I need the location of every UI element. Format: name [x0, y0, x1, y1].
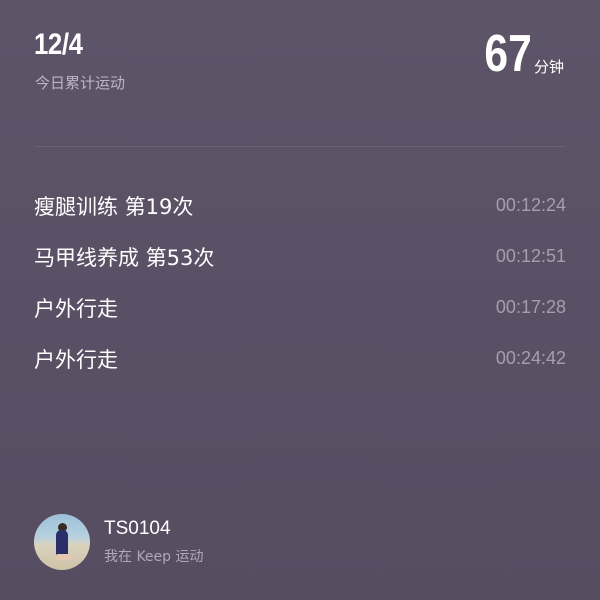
- avatar-figure: [56, 530, 68, 556]
- workout-duration: 00:12:24: [495, 195, 566, 215]
- app-tagline: 我在 Keep 运动: [104, 549, 204, 565]
- avatar-legs: [55, 554, 71, 560]
- workout-item[interactable]: 户外行走 00:17:28: [34, 282, 566, 333]
- workout-name: 户外行走: [34, 296, 118, 321]
- total-minutes-value: 67: [484, 25, 532, 83]
- workout-name: 户外行走: [34, 347, 118, 372]
- total-minutes-unit: 分钟: [533, 58, 564, 76]
- total-duration: 67 分钟: [474, 28, 564, 80]
- username[interactable]: TS0104: [104, 518, 204, 540]
- workout-item[interactable]: 瘦腿训练 第19次 00:12:24: [34, 180, 566, 231]
- workout-item[interactable]: 户外行走 00:24:42: [34, 333, 566, 384]
- workout-list: 瘦腿训练 第19次 00:12:24 马甲线养成 第53次 00:12:51 户…: [34, 180, 566, 384]
- workout-summary-card: 12/4 今日累计运动 67 分钟 瘦腿训练 第19次 00:12:24 马甲线…: [0, 0, 600, 600]
- workout-name: 马甲线养成 第53次: [34, 245, 215, 270]
- workout-name: 瘦腿训练 第19次: [34, 194, 194, 219]
- workout-duration: 00:17:28: [495, 297, 566, 317]
- user-footer: TS0104 我在 Keep 运动: [34, 514, 204, 570]
- today-total-label: 今日累计运动: [35, 74, 126, 92]
- workout-duration: 00:12:51: [495, 246, 566, 266]
- workout-item[interactable]: 马甲线养成 第53次 00:12:51: [34, 231, 566, 282]
- divider: [34, 146, 566, 147]
- date-label: 12/4: [34, 28, 83, 61]
- user-info: TS0104 我在 Keep 运动: [104, 518, 204, 566]
- avatar[interactable]: [34, 514, 90, 570]
- workout-duration: 00:24:42: [495, 348, 566, 368]
